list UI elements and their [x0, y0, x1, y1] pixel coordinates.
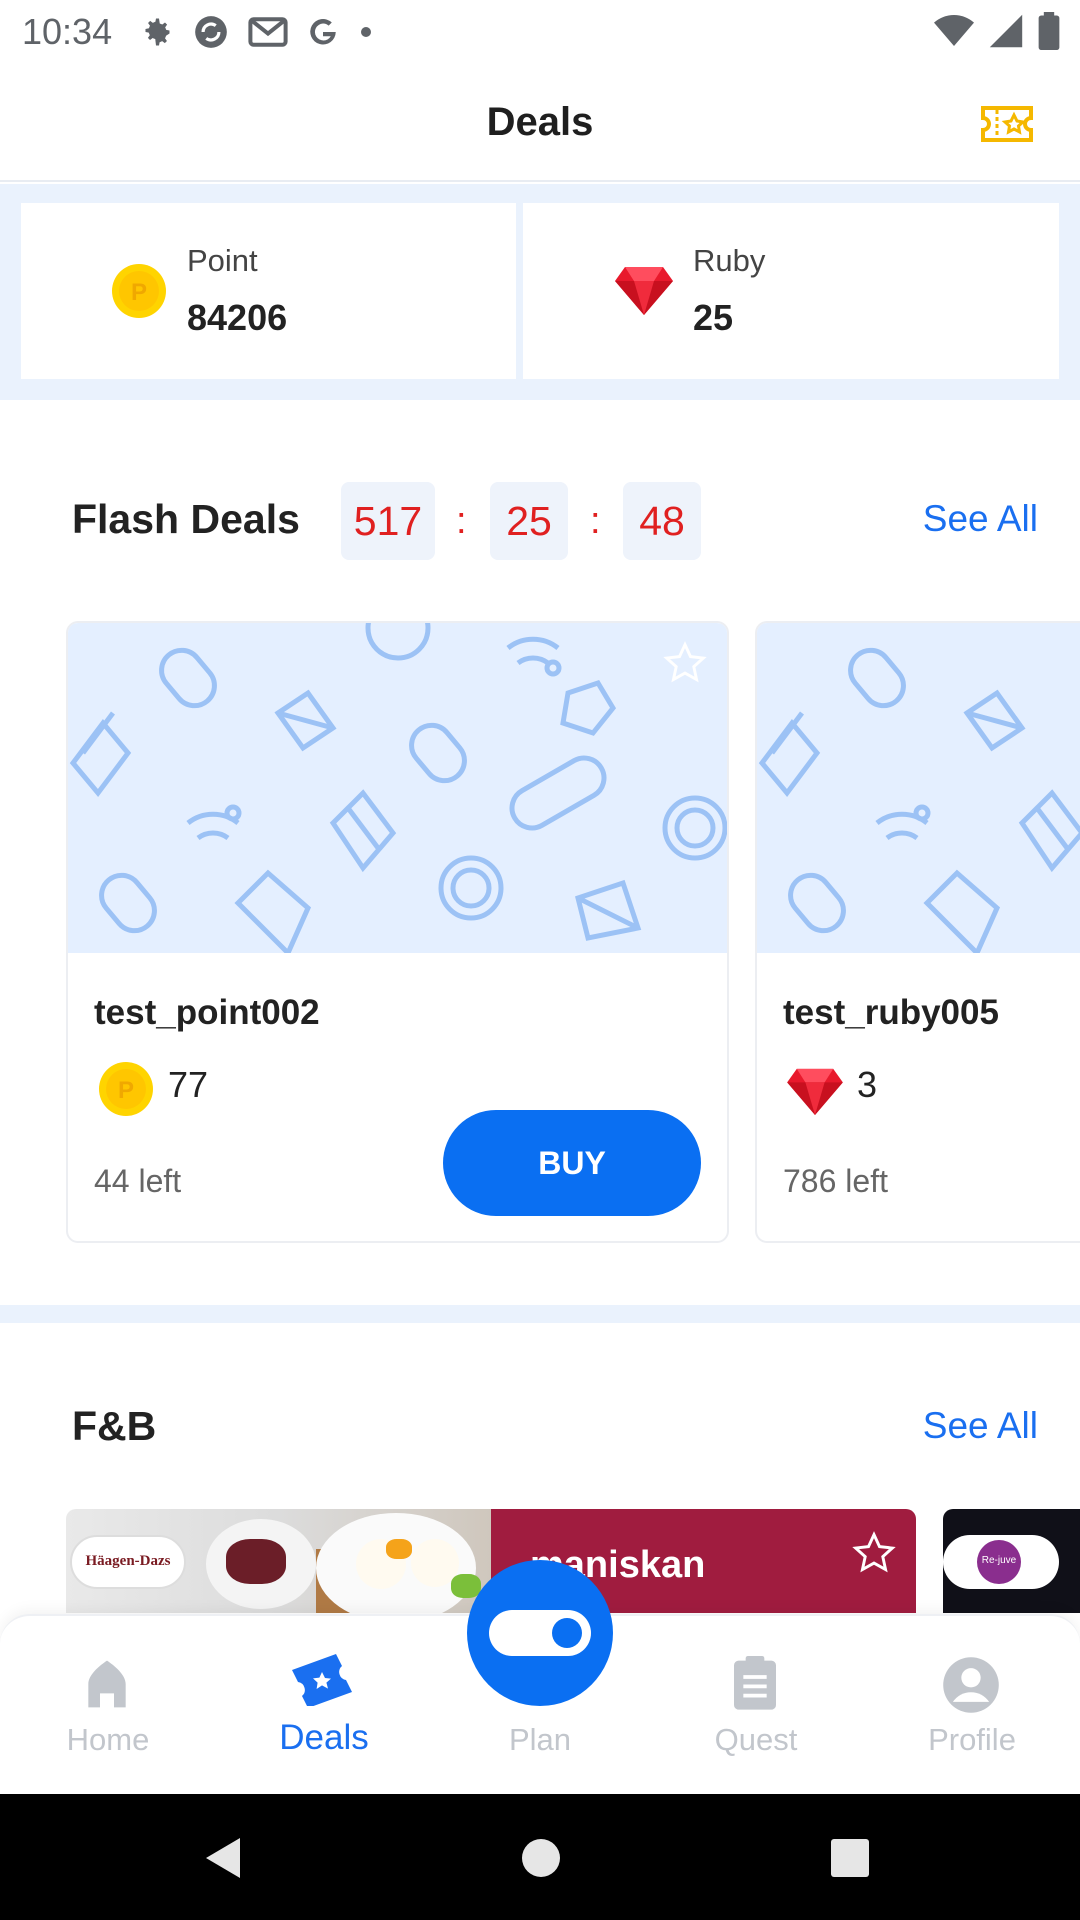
home-icon [88, 1660, 126, 1708]
fnb-banner[interactable]: Re-juve [943, 1509, 1080, 1613]
svg-text:P: P [118, 1077, 134, 1104]
wifi-icon [934, 15, 974, 46]
point-balance-card[interactable]: P Point 84206 [21, 203, 516, 379]
settings-icon [145, 18, 170, 46]
voucher-icon[interactable] [980, 104, 1034, 144]
back-icon[interactable] [204, 1836, 244, 1880]
deal-stock-left: 786 left [783, 1163, 888, 1199]
deal-name: test_ruby005 [783, 993, 999, 1032]
timer-seconds: 48 [623, 482, 701, 560]
favorite-star-icon[interactable] [852, 1531, 896, 1575]
app-header: Deals [0, 64, 1080, 182]
pattern-icons [69, 623, 727, 953]
ruby-label: Ruby [693, 243, 766, 278]
dot-icon [361, 27, 372, 37]
timer-hours: 517 [341, 482, 435, 560]
nav-home-label: Home [66, 1722, 150, 1757]
svg-text:P: P [131, 279, 147, 306]
android-nav-bar [0, 1794, 1080, 1920]
plan-toggle-button[interactable] [467, 1560, 613, 1706]
favorite-star-icon[interactable] [663, 641, 707, 685]
status-bar: 10:34 [0, 0, 1080, 64]
sync-icon [195, 16, 227, 48]
google-icon [310, 19, 336, 45]
deal-name: test_point002 [94, 993, 320, 1032]
nav-quest-label: Quest [714, 1722, 798, 1757]
system-status [934, 12, 1060, 50]
deals-ticket-icon [292, 1654, 352, 1706]
signal-icon [989, 14, 1023, 48]
rejuve-logo: Re-juve [977, 1540, 1021, 1584]
nav-home[interactable]: Home [0, 1616, 216, 1796]
nav-quest[interactable]: Quest [648, 1616, 864, 1796]
fnb-see-all-link[interactable]: See All [923, 1405, 1038, 1447]
brand-logo: Re-juve [943, 1535, 1059, 1589]
ruby-balance-card[interactable]: Ruby 25 [523, 203, 1059, 379]
ruby-gem-icon [787, 1068, 843, 1115]
notification-icons [138, 13, 374, 51]
fnb-title: F&B [72, 1403, 157, 1449]
deal-price: 3 [857, 1064, 878, 1105]
deal-card[interactable]: test_point002 P 77 44 left BUY [66, 621, 729, 1243]
flash-deals-title: Flash Deals [72, 496, 300, 542]
ruby-value: 25 [693, 297, 734, 338]
section-divider [0, 1305, 1080, 1323]
mango-piece [386, 1539, 412, 1559]
nav-profile-label: Profile [928, 1722, 1016, 1757]
battery-icon [1038, 12, 1060, 50]
brand-logo-text: Re-juve [981, 1555, 1017, 1566]
point-label: Point [187, 243, 258, 278]
nav-deals[interactable]: Deals [216, 1616, 432, 1796]
page-title: Deals [486, 100, 594, 144]
nav-deals-label: Deals [279, 1718, 369, 1757]
toggle-icon [489, 1610, 591, 1656]
point-coin-icon: P [99, 1062, 153, 1116]
timer-separator: : [590, 500, 601, 542]
timer-minutes: 25 [490, 482, 568, 560]
ruby-gem-icon [615, 267, 673, 315]
deal-price: 77 [168, 1064, 209, 1105]
pattern-icons [758, 647, 1080, 953]
deal-stock-left: 44 left [94, 1163, 182, 1199]
deal-image-pattern [68, 623, 727, 953]
profile-avatar-icon [943, 1657, 999, 1713]
home-circle-icon[interactable] [521, 1838, 561, 1878]
quest-checklist-icon [734, 1656, 776, 1710]
gmail-icon [248, 17, 288, 47]
buy-button[interactable]: BUY [443, 1110, 701, 1216]
berries [226, 1539, 286, 1584]
recents-icon[interactable] [830, 1838, 870, 1878]
deal-card[interactable]: test_ruby005 3 786 left [755, 621, 1080, 1243]
brand-logo-text: Häagen-Dazs [85, 1553, 171, 1569]
brand-logo: Häagen-Dazs [70, 1535, 186, 1589]
status-time: 10:34 [22, 11, 113, 52]
nav-profile[interactable]: Profile [864, 1616, 1080, 1796]
point-value: 84206 [187, 297, 288, 338]
dessert-photo: Häagen-Dazs [66, 1509, 491, 1613]
timer-separator: : [456, 500, 467, 542]
deal-image-pattern [757, 623, 1080, 953]
flash-deals-see-all-link[interactable]: See All [923, 498, 1038, 540]
nav-plan-label: Plan [508, 1722, 572, 1757]
point-coin-icon: P [112, 264, 166, 318]
